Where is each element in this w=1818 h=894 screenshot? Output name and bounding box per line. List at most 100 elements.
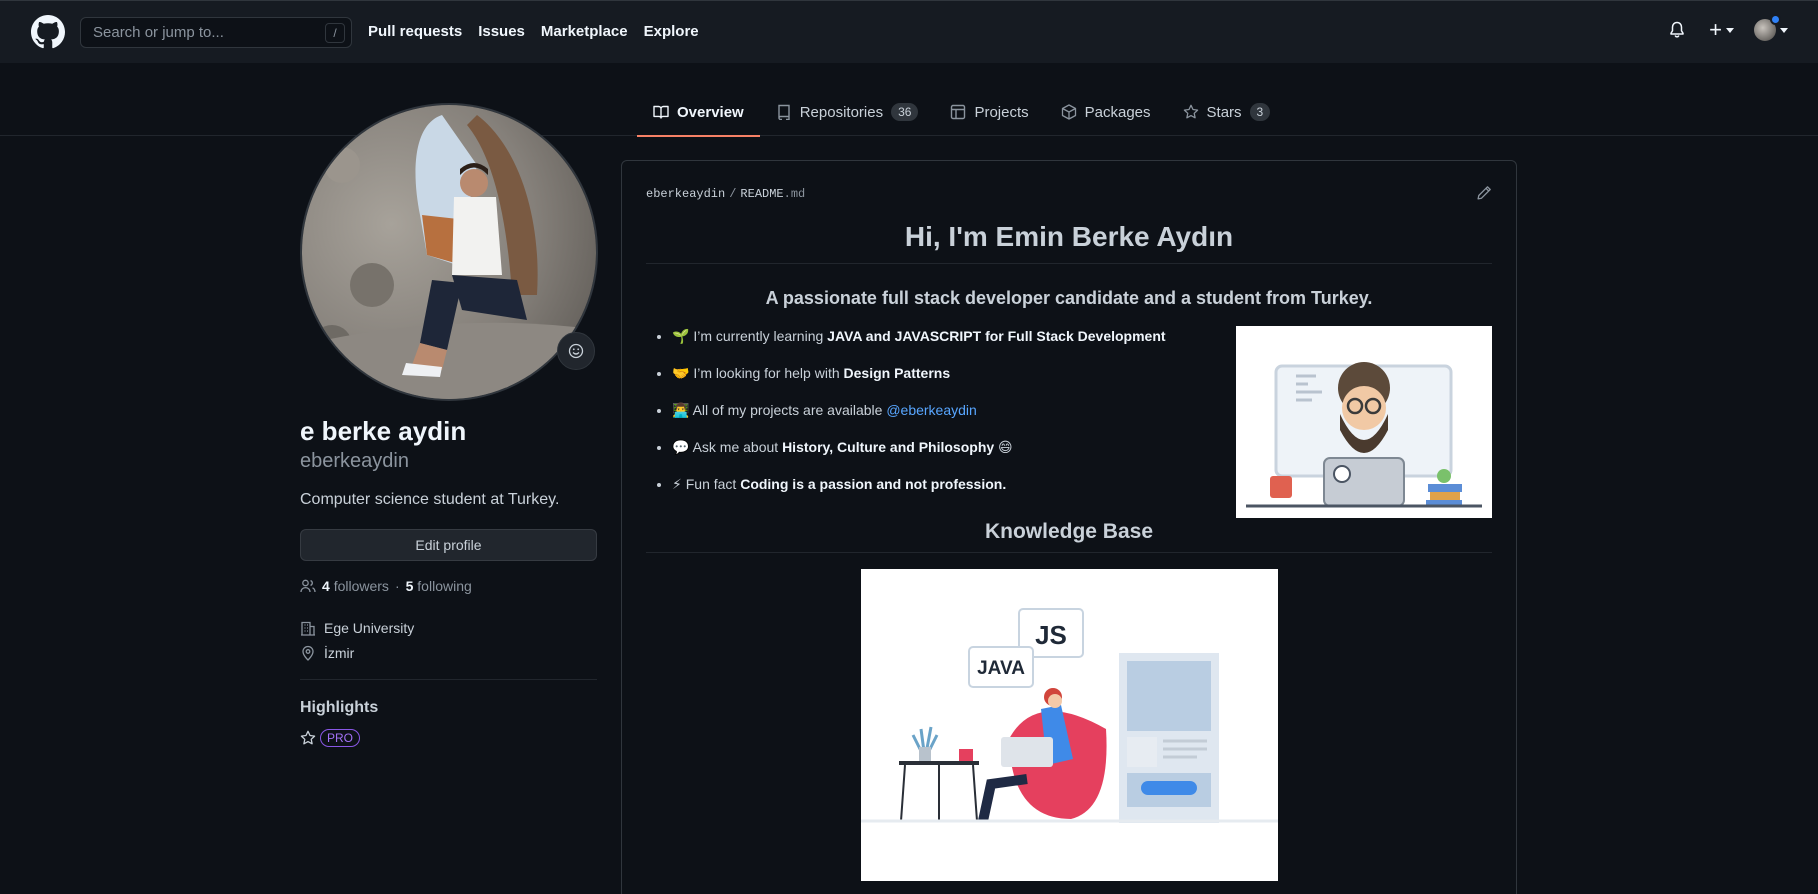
tab-overview[interactable]: Overview [637, 88, 760, 137]
global-nav: Pull requests Issues Marketplace Explore [368, 23, 699, 40]
tab-label: Packages [1084, 103, 1151, 121]
search-box[interactable]: / [80, 17, 352, 48]
github-logo-icon[interactable] [31, 15, 65, 49]
pro-badge: PRO [320, 729, 361, 747]
star-icon [1183, 104, 1198, 119]
lightning-emoji: ⚡ [672, 476, 682, 492]
bell-icon[interactable] [1669, 19, 1689, 41]
project-icon [951, 104, 966, 120]
js-bubble-label: JS [1035, 620, 1067, 650]
list-item: 💬 Ask me about History, Culture and Phil… [672, 439, 1166, 476]
user-menu[interactable] [1754, 14, 1788, 41]
nav-marketplace[interactable]: Marketplace [541, 23, 628, 40]
user-avatar [1754, 14, 1781, 41]
building-icon [301, 621, 315, 636]
chevron-down-icon [1780, 27, 1788, 33]
handshake-emoji: 🤝 [672, 365, 690, 381]
list-item: 👨‍💻 All of my projects are available @eb… [672, 402, 1166, 439]
following-link[interactable]: 5 following [406, 578, 472, 594]
knowledge-base-heading: Knowledge Base [646, 520, 1492, 553]
readme-repo-link[interactable]: eberkeaydin [646, 187, 725, 201]
profile-photo [302, 105, 596, 399]
highlights-title: Highlights [300, 699, 379, 716]
tab-packages[interactable]: Packages [1045, 88, 1167, 136]
profile-username: eberkeaydin [300, 450, 409, 472]
followers-link[interactable]: 4 followers [322, 578, 389, 594]
profile-avatar[interactable] [300, 103, 598, 401]
bullet-bold: History, Culture and Philosophy [782, 439, 995, 455]
search-shortcut-key: / [325, 23, 345, 43]
search-input[interactable] [81, 18, 351, 47]
following-label: following [417, 578, 472, 594]
bullet-bold: Design Patterns [843, 365, 951, 381]
location-name: İzmir [324, 645, 355, 661]
highlight-pro: PRO [300, 729, 361, 747]
repositories-count-badge: 36 [891, 103, 919, 121]
create-new-menu[interactable]: + [1709, 19, 1734, 41]
plus-icon: + [1709, 17, 1722, 42]
bullet-text: All of my projects are available [692, 402, 887, 418]
edit-profile-button[interactable]: Edit profile [300, 529, 597, 561]
speech-bubble-emoji: 💬 [672, 439, 690, 455]
readme-box: eberkeaydin / README.md Hi, I'm Emin Berke… [621, 160, 1517, 894]
organization-item: Ege University [300, 620, 414, 636]
readme-subtitle: A passionate full stack developer candid… [765, 288, 1373, 308]
profile-bio: Computer science student at Turkey. [300, 491, 560, 508]
tab-projects[interactable]: Projects [934, 88, 1044, 136]
followers-label: followers [333, 578, 389, 594]
technologist-emoji: 👨‍💻 [672, 402, 690, 418]
star-icon [300, 730, 316, 745]
organization-name: Ege University [324, 620, 415, 636]
separator-dot: · [394, 578, 400, 594]
tab-label: Repositories [799, 103, 884, 121]
top-header: / Pull requests Issues Marketplace Explo… [0, 0, 1818, 63]
smile-emoji: 😄 [994, 439, 1013, 455]
list-item: 🤝 I’m looking for help with Design Patte… [672, 365, 1166, 402]
package-icon [1061, 104, 1076, 120]
sidebar-divider [300, 679, 597, 680]
header-actions: + [1669, 14, 1788, 41]
tab-stars[interactable]: Stars 3 [1167, 88, 1287, 136]
readme-file-ext: .md [783, 187, 806, 201]
bullet-bold: JAVA and JAVASCRIPT for Full Stack Devel… [827, 328, 1166, 344]
bullet-text: I’m looking for help with [693, 365, 844, 381]
list-item: ⚡ Fun fact Coding is a passion and not p… [672, 476, 1166, 513]
readme-title: Hi, I'm Emin Berke Aydın [646, 221, 1492, 264]
location-pin-icon [302, 645, 314, 661]
bullet-text: Ask me about [692, 439, 783, 455]
tab-label: Projects [974, 103, 1029, 121]
status-dot [1770, 14, 1781, 25]
nav-pull-requests[interactable]: Pull requests [368, 23, 462, 40]
profile-full-name: e berke aydin [300, 416, 467, 446]
profile-tabs: Overview Repositories 36 Projects Packag… [637, 88, 1287, 137]
nav-issues[interactable]: Issues [478, 23, 525, 40]
list-item: 🌱 I’m currently learning JAVA and JAVASC… [672, 328, 1166, 365]
tab-label: Overview [677, 103, 744, 121]
developer-illustration [1236, 326, 1492, 518]
seedling-emoji: 🌱 [672, 328, 690, 344]
profile-mention-link[interactable]: @eberkeaydin [886, 402, 977, 418]
repo-icon [778, 104, 790, 120]
breadcrumb-separator: / [729, 187, 737, 201]
readme-file-name: README [740, 187, 784, 201]
readme-file-link[interactable]: README.md [740, 187, 805, 201]
bullet-text: Fun fact [685, 476, 741, 492]
bullet-bold: Coding is a passion and not profession. [740, 476, 1007, 492]
set-status-button[interactable] [557, 332, 595, 370]
follow-stats: 4 followers · 5 following [300, 578, 472, 594]
bullet-text: I’m currently learning [693, 328, 828, 344]
nav-explore[interactable]: Explore [644, 23, 699, 40]
location-item: İzmir [300, 645, 354, 661]
people-icon [300, 579, 316, 593]
tab-label: Stars [1206, 103, 1242, 121]
java-bubble-label: JAVA [977, 658, 1025, 679]
tab-repositories[interactable]: Repositories 36 [760, 88, 935, 136]
followers-count: 4 [322, 578, 330, 594]
stars-count-badge: 3 [1249, 103, 1271, 121]
following-count: 5 [405, 578, 414, 594]
book-icon [653, 105, 669, 119]
pencil-icon[interactable] [1476, 185, 1492, 206]
readme-bullet-list: 🌱 I’m currently learning JAVA and JAVASC… [672, 328, 1166, 513]
smiley-icon [568, 343, 584, 359]
readme-breadcrumb: eberkeaydin / README.md [646, 187, 805, 201]
